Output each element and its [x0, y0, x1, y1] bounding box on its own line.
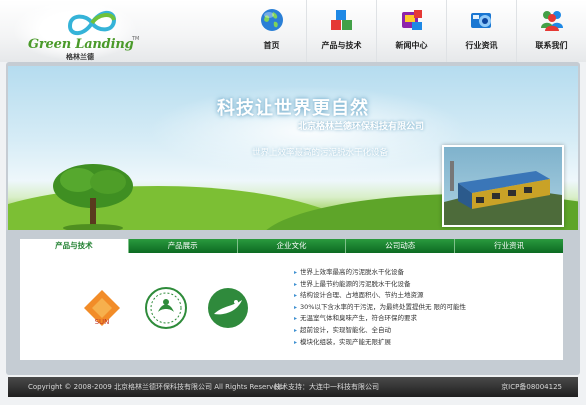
nav-label: 联系我们 — [535, 41, 568, 50]
cert-sun-label: SUN — [95, 318, 110, 326]
globe-icon — [261, 9, 283, 31]
list-item: 无温室气体和臭味产生，符合环保的要求 — [294, 313, 466, 325]
brand-name-cn: 格林兰德 — [66, 53, 94, 61]
icp-number[interactable]: 京ICP备08004125 — [501, 377, 562, 397]
list-item: 模块化组装，实现产能无限扩展 — [294, 337, 466, 349]
brand-name: Green Landing — [28, 37, 134, 52]
tree-image — [53, 164, 133, 230]
green-seal-icon — [145, 287, 187, 329]
tab-product-showcase[interactable]: 产品展示 — [128, 239, 238, 253]
media-icon — [402, 10, 422, 30]
nav-label: 行业资讯 — [465, 41, 498, 50]
tab-products-tech[interactable]: 产品与技术 — [20, 239, 129, 253]
tab-corporate-culture[interactable]: 企业文化 — [237, 239, 347, 253]
banner-title: 科技让世界更自然 — [217, 98, 369, 119]
logo[interactable]: Green Landing TM 格林兰德 — [14, 5, 140, 61]
nav-label: 新闻中心 — [395, 41, 428, 50]
feature-list: 世界上效率最高的污泥脱水干化设备 世界上最节约能源的污泥脱水干化设备 结构设计合… — [294, 267, 466, 348]
sludge-dryer-image — [444, 161, 562, 225]
people-icon — [541, 11, 563, 31]
banner-slogan: 世界上效率最高的污泥脱水干化设备 — [252, 148, 389, 158]
footer: Copyright © 2008-2009 北京格林兰德环保科技有限公司 All… — [8, 377, 578, 397]
main-nav: 首页 产品与技术 新闻中心 行业资讯 联系我们 — [237, 0, 586, 62]
list-item: 超前设计，实现智能化、全自动 — [294, 325, 466, 337]
content-tabs: 产品与技术 产品展示 企业文化 公司动态 行业资讯 — [20, 239, 563, 253]
nav-item-products[interactable]: 产品与技术 — [306, 0, 376, 62]
cubes-icon — [331, 10, 352, 30]
trademark-mark: TM — [132, 36, 140, 42]
nav-label: 产品与技术 — [321, 41, 362, 50]
list-item: 30%以下含水率的干污泥，为最终处置提供无 限的可能性 — [294, 302, 466, 314]
nav-item-home[interactable]: 首页 — [237, 0, 306, 62]
product-photo — [442, 145, 564, 227]
copyright-text: Copyright © 2008-2009 北京格林兰德环保科技有限公司 All… — [28, 383, 285, 391]
tech-support-link[interactable]: 技术支持：大连中一科技有限公司 — [274, 377, 379, 397]
info-icon — [471, 13, 491, 28]
nav-item-contact[interactable]: 联系我们 — [516, 0, 586, 62]
list-item: 世界上效率最高的污泥脱水干化设备 — [294, 267, 466, 279]
nav-item-industry-info[interactable]: 行业资讯 — [446, 0, 516, 62]
banner-company: 北京格林兰德环保科技有限公司 — [298, 122, 425, 132]
tab-panel: SUN 世界上效率最高的污泥脱水干化设备 世界上最节约能源的污泥脱水干化设备 结… — [20, 253, 563, 360]
tab-industry-info[interactable]: 行业资讯 — [455, 239, 563, 253]
tab-company-news[interactable]: 公司动态 — [346, 239, 456, 253]
header: Green Landing TM 格林兰德 首页 产品与技术 新闻中心 行业资讯… — [0, 0, 586, 62]
list-item: 世界上最节约能源的污泥脱水干化设备 — [294, 279, 466, 291]
infinity-logo-icon — [67, 10, 117, 36]
nav-item-news[interactable]: 新闻中心 — [376, 0, 446, 62]
nordic-swan-icon — [208, 288, 248, 328]
hero-banner: 科技让世界更自然 北京格林兰德环保科技有限公司 世界上效率最高的污泥脱水干化设备 — [8, 66, 578, 230]
nav-label: 首页 — [263, 41, 280, 50]
list-item: 结构设计合理、占地面积小、节约土地资源 — [294, 290, 466, 302]
sun-logo-icon: SUN — [84, 290, 120, 326]
